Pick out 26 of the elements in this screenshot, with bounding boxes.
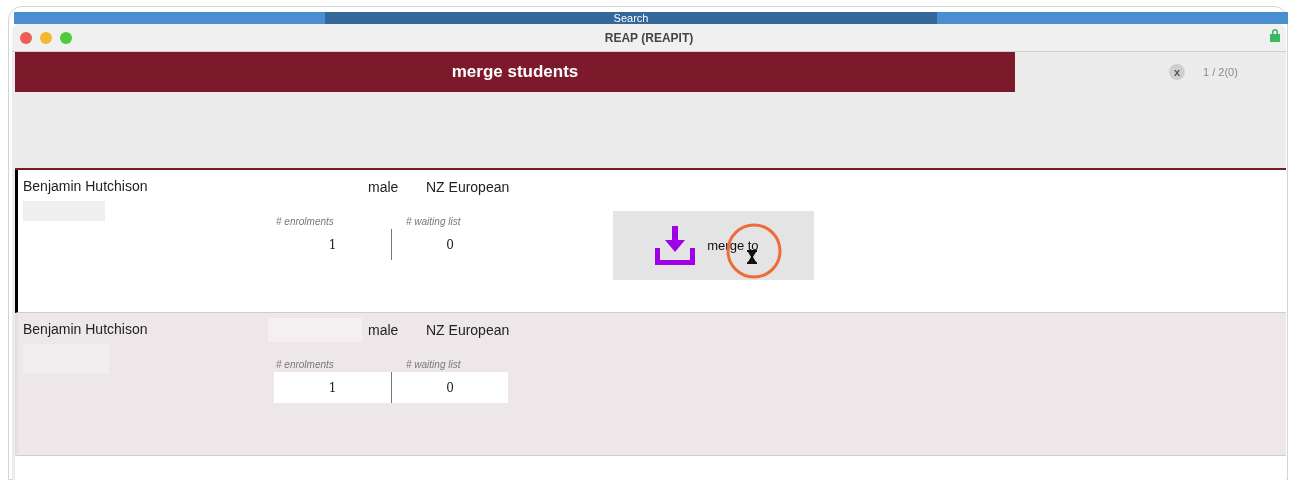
search-label: Search: [613, 12, 649, 24]
waiting-list-value: 0: [445, 236, 455, 254]
download-icon: [655, 226, 696, 265]
header-title: merge students: [451, 61, 579, 84]
minimize-window-icon[interactable]: [40, 31, 52, 44]
close-button[interactable]: x: [1169, 64, 1185, 80]
student-row[interactable]: Benjamin Hutchison male NZ European # enrolments 1 # waiting list 0: [15, 313, 1286, 456]
gender-text: male: [368, 177, 400, 197]
zoom-window-icon[interactable]: [60, 31, 72, 44]
waiting-list-label: # waiting list: [405, 215, 462, 229]
enrolments-value: 1: [274, 229, 392, 260]
waiting-list-label: # waiting list: [405, 358, 462, 372]
enrolments-label: # enrolments: [275, 215, 335, 229]
waiting-list-value: 0: [392, 372, 508, 403]
enrolments-label: # enrolments: [275, 358, 335, 372]
gender-text: male: [368, 320, 400, 340]
enrolments-value: 1: [274, 372, 392, 403]
student-name: Benjamin Hutchison: [23, 320, 149, 339]
lock-icon: [1270, 28, 1280, 42]
hourglass-cursor-icon: [747, 250, 758, 264]
window-title: REAP (REAPIT): [604, 29, 694, 47]
close-window-icon[interactable]: [20, 31, 32, 44]
ethnicity-text: NZ European: [426, 177, 510, 197]
ethnicity-text: NZ European: [426, 320, 510, 340]
record-counter: 1 / 2(0): [1203, 64, 1238, 80]
student-name: Benjamin Hutchison: [23, 177, 149, 196]
